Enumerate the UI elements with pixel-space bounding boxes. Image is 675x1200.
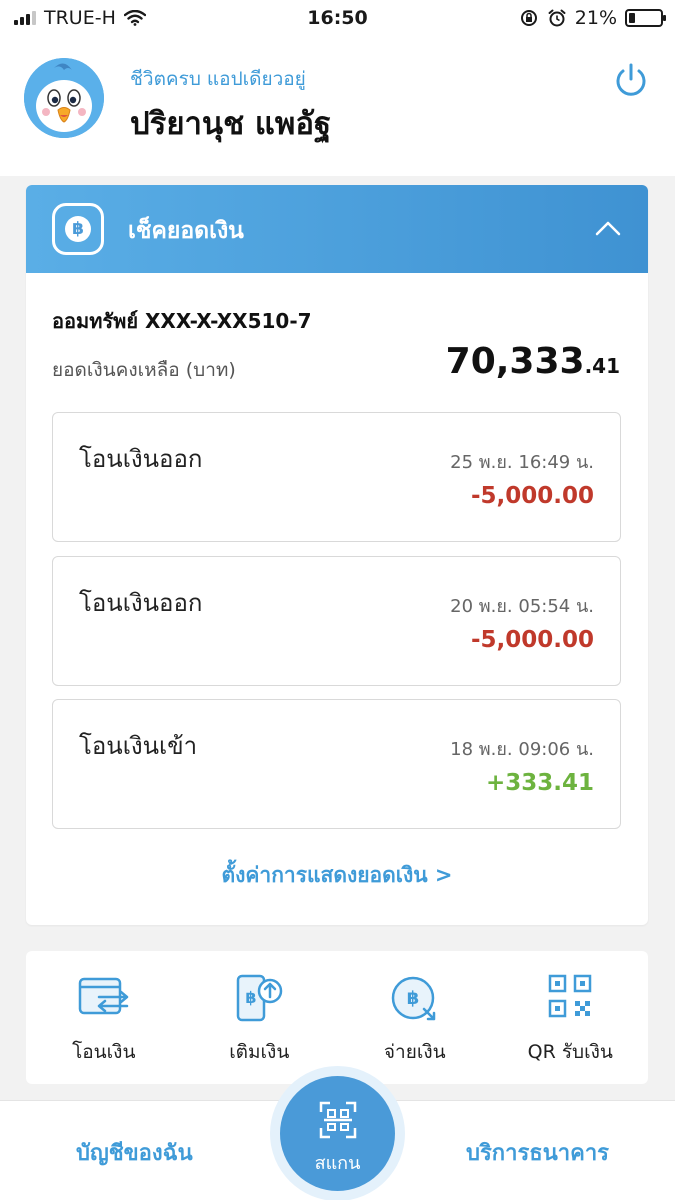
avatar[interactable] bbox=[24, 58, 104, 138]
scan-button-inner: สแกน bbox=[280, 1076, 395, 1191]
status-bar: TRUE-H 16:50 21% bbox=[0, 0, 675, 36]
balance-amount: 70,333.41 bbox=[446, 341, 620, 382]
balance-label: ยอดเงินคงเหลือ (บาท) bbox=[52, 359, 236, 381]
topup-button[interactable]: ฿ เติมเงิน bbox=[182, 951, 338, 1084]
bird-mascot-icon bbox=[24, 58, 104, 138]
user-name: ปริยานุช แพอัฐ bbox=[130, 106, 332, 142]
tab-my-account[interactable]: บัญชีของฉัน bbox=[76, 1135, 193, 1170]
greeting-text: ชีวิตครบ แอปเดียวอยู่ bbox=[130, 68, 306, 90]
transaction-item[interactable]: โอนเงินออก 25 พ.ย. 16:49 น. -5,000.00 bbox=[52, 412, 621, 542]
qr-icon bbox=[549, 974, 592, 1018]
transaction-item[interactable]: โอนเงินออก 20 พ.ย. 05:54 น. -5,000.00 bbox=[52, 556, 621, 686]
transaction-date: 25 พ.ย. 16:49 น. bbox=[450, 452, 594, 473]
status-right: 21% bbox=[519, 7, 666, 29]
pay-button[interactable]: ฿ จ่ายเงิน bbox=[337, 951, 493, 1084]
transaction-title: โอนเงินออก bbox=[79, 445, 203, 473]
transfer-label: โอนเงิน bbox=[72, 1041, 136, 1063]
transaction-amount: -5,000.00 bbox=[470, 627, 594, 653]
topup-icon: ฿ bbox=[237, 974, 283, 1022]
pay-label: จ่ายเงิน bbox=[383, 1041, 446, 1063]
svg-text:฿: ฿ bbox=[246, 988, 257, 1007]
profile-header: ชีวิตครบ แอปเดียวอยู่ ปริยานุช แพอัฐ bbox=[0, 36, 675, 176]
battery-icon bbox=[625, 9, 666, 27]
chevron-up-icon[interactable] bbox=[594, 215, 622, 243]
transfer-icon bbox=[78, 977, 128, 1015]
transaction-title: โอนเงินออก bbox=[79, 589, 203, 617]
transaction-date: 20 พ.ย. 05:54 น. bbox=[450, 596, 594, 617]
balance-main: 70,333 bbox=[445, 341, 585, 382]
baht-icon: ฿ bbox=[52, 203, 104, 255]
scan-label: สแกน bbox=[314, 1153, 361, 1174]
scan-button[interactable]: สแกน bbox=[270, 1066, 405, 1200]
tab-bank-services[interactable]: บริการธนาคาร bbox=[466, 1135, 609, 1170]
balance-card: ฿ เช็คยอดเงิน ออมทรัพย์ XXX-X-XX510-7 ยอ… bbox=[26, 185, 648, 925]
balance-card-header[interactable]: ฿ เช็คยอดเงิน bbox=[26, 185, 648, 273]
qr-receive-button[interactable]: QR รับเงิน bbox=[493, 951, 649, 1084]
pay-icon: ฿ bbox=[391, 976, 435, 1021]
balance-settings-link[interactable]: ตั้งค่าการแสดงยอดเงิน > bbox=[26, 859, 648, 892]
rotation-lock-icon bbox=[520, 10, 537, 26]
topup-label: เติมเงิน bbox=[229, 1041, 290, 1063]
svg-text:฿: ฿ bbox=[406, 988, 419, 1009]
balance-card-title: เช็คยอดเงิน bbox=[128, 218, 244, 244]
quick-actions: โอนเงิน ฿ เติมเงิน ฿ จ่ายเงิน QR รับเงิน bbox=[26, 951, 648, 1084]
transaction-title: โอนเงินเข้า bbox=[79, 732, 198, 760]
transfer-button[interactable]: โอนเงิน bbox=[26, 951, 182, 1084]
transaction-item[interactable]: โอนเงินเข้า 18 พ.ย. 09:06 น. +333.41 bbox=[52, 699, 621, 829]
power-icon[interactable] bbox=[611, 60, 651, 100]
battery-percent: 21% bbox=[574, 7, 617, 29]
balance-decimal: .41 bbox=[584, 354, 620, 378]
transaction-date: 18 พ.ย. 09:06 น. bbox=[450, 739, 594, 760]
scan-icon bbox=[319, 1101, 357, 1139]
transaction-amount: +333.41 bbox=[485, 770, 594, 796]
transaction-amount: -5,000.00 bbox=[470, 483, 594, 509]
alarm-icon bbox=[548, 9, 566, 27]
account-number: ออมทรัพย์ XXX-X-XX510-7 bbox=[52, 309, 312, 333]
qr-receive-label: QR รับเงิน bbox=[527, 1041, 613, 1063]
